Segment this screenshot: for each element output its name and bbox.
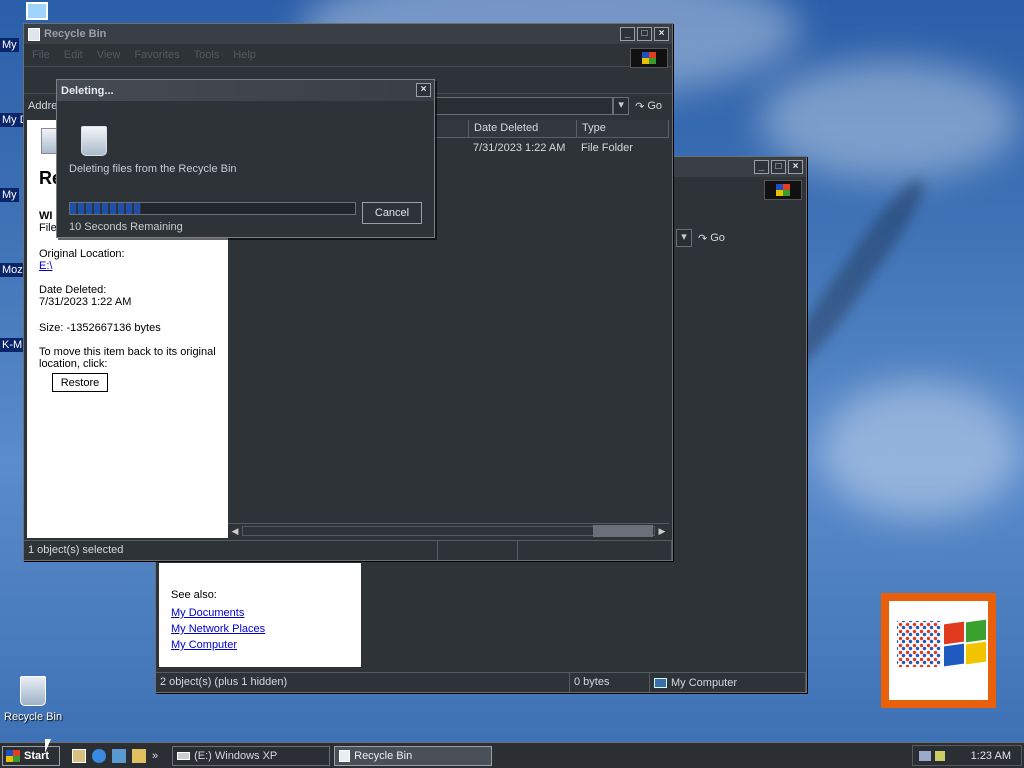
restore-button[interactable]: Restore — [52, 373, 108, 392]
windows-flag-icon — [6, 749, 20, 762]
windows-throbber-logo — [764, 180, 802, 200]
show-desktop-icon[interactable] — [72, 748, 86, 763]
windows-logo-badge — [881, 593, 996, 708]
link-my-computer[interactable]: My Computer — [171, 639, 237, 651]
outlook-express-icon[interactable] — [112, 748, 126, 763]
back-window-controls: _ □ × — [754, 160, 803, 174]
system-tray: 1:23 AM — [912, 745, 1022, 766]
go-button[interactable]: ↷ Go — [635, 100, 662, 113]
recycle-bin-title-icon — [28, 27, 40, 41]
start-button[interactable]: Start — [2, 745, 60, 766]
close-button[interactable]: × — [788, 160, 803, 174]
horizontal-scrollbar[interactable]: ◀ ▶ — [228, 523, 669, 538]
scroll-left-arrow[interactable]: ◀ — [228, 524, 242, 538]
back-statusbar: 2 object(s) (plus 1 hidden) 0 bytes My C… — [156, 672, 806, 692]
dialog-message: Deleting files from the Recycle Bin — [69, 163, 237, 175]
wallpaper-cloud — [820, 380, 1020, 520]
back-address-row: ▾ ↷ Go — [676, 229, 725, 247]
status-cell-3 — [518, 541, 672, 560]
maximize-button[interactable]: □ — [637, 27, 652, 41]
status-size: 0 bytes — [570, 673, 650, 692]
status-zone: My Computer — [650, 673, 806, 692]
go-arrow-icon: ↷ — [635, 100, 645, 113]
restore-hint: To move this item back to its original l… — [39, 346, 216, 370]
windows-flag-icon — [642, 52, 656, 64]
date-deleted-label: Date Deleted: — [39, 284, 107, 296]
monitor-icon — [26, 2, 48, 20]
link-my-network-places[interactable]: My Network Places — [171, 623, 265, 635]
internet-explorer-icon[interactable] — [92, 748, 106, 763]
dialog-close-button[interactable]: × — [416, 83, 431, 97]
column-date-deleted[interactable]: Date Deleted — [469, 120, 577, 138]
status-objects: 2 object(s) (plus 1 hidden) — [156, 673, 570, 692]
taskbar: Start » (E:) Windows XP Recycle Bin 1:23… — [0, 742, 1024, 768]
windows-throbber-logo — [630, 48, 668, 68]
maximize-button[interactable]: □ — [771, 160, 786, 174]
menu-bar: File Edit View Favorites Tools Help — [24, 44, 672, 66]
original-location-label: Original Location: — [39, 248, 125, 260]
mouse-cursor-icon — [45, 739, 51, 753]
recycle-bin-icon — [20, 676, 46, 706]
drive-icon — [177, 751, 191, 760]
row-date-deleted: 7/31/2023 1:22 AM — [473, 142, 566, 154]
media-player-icon[interactable] — [132, 748, 146, 763]
status-cell-2 — [438, 541, 518, 560]
dialog-title: Deleting... — [61, 84, 114, 97]
desktop-icon-4[interactable]: Moz — [0, 263, 25, 277]
recycle-bin-icon — [339, 749, 351, 762]
deleting-dialog[interactable]: Deleting... × Deleting files from the Re… — [56, 79, 435, 238]
window-title: Recycle Bin — [44, 28, 107, 40]
link-my-documents[interactable]: My Documents — [171, 607, 244, 619]
see-also-label: See also: — [171, 589, 217, 601]
dialog-controls: × — [416, 83, 431, 97]
back-side-panel: See also: My Documents My Network Places… — [159, 563, 361, 667]
minimize-button[interactable]: _ — [620, 27, 635, 41]
quick-launch: » — [72, 748, 158, 763]
windows-flag-icon — [776, 184, 790, 196]
computer-icon — [654, 677, 667, 688]
scroll-thumb[interactable] — [593, 525, 653, 537]
network-tray-icon[interactable] — [919, 750, 931, 761]
menu-edit[interactable]: Edit — [64, 49, 83, 61]
scroll-right-arrow[interactable]: ▶ — [655, 524, 669, 538]
column-type[interactable]: Type — [577, 120, 669, 138]
back-address-dropdown[interactable]: ▾ — [676, 229, 692, 247]
menu-tools[interactable]: Tools — [194, 49, 220, 61]
menu-favorites[interactable]: Favorites — [134, 49, 179, 61]
desktop-icon-1[interactable]: My — [0, 38, 19, 52]
windows-flag-icon — [889, 601, 988, 700]
address-dropdown[interactable]: ▾ — [613, 97, 630, 115]
clock[interactable]: 1:23 AM — [971, 750, 1011, 762]
row-type: File Folder — [581, 142, 633, 154]
status-selected: 1 object(s) selected — [24, 541, 438, 560]
go-arrow-icon: ↷ — [698, 232, 708, 245]
desktop-icon-my-computer-top[interactable] — [26, 2, 48, 20]
quicklaunch-more-chevron[interactable]: » — [152, 750, 158, 762]
minimize-button[interactable]: _ — [754, 160, 769, 174]
time-remaining: 10 Seconds Remaining — [69, 221, 183, 233]
dialog-titlebar[interactable]: Deleting... × — [57, 80, 434, 101]
task-button-windows-xp-drive[interactable]: (E:) Windows XP — [172, 745, 331, 766]
main-statusbar: 1 object(s) selected — [24, 540, 672, 560]
progress-fill — [70, 203, 142, 214]
menu-view[interactable]: View — [97, 49, 121, 61]
original-location-link[interactable]: E:\ — [39, 260, 52, 272]
menu-file[interactable]: File — [32, 49, 50, 61]
close-button[interactable]: × — [654, 27, 669, 41]
volume-tray-icon[interactable] — [935, 750, 945, 761]
desktop-icon-recycle-bin[interactable]: Recycle Bin — [2, 676, 64, 724]
main-window-titlebar[interactable]: Recycle Bin _ □ × — [24, 24, 672, 44]
item-size: Size: -1352667136 bytes — [39, 322, 161, 334]
desktop-icon-5[interactable]: K-M — [0, 338, 25, 352]
date-deleted-value: 7/31/2023 1:22 AM — [39, 296, 132, 308]
recycle-bin-animation-icon — [81, 126, 107, 156]
back-go-button[interactable]: ↷ Go — [698, 232, 725, 245]
cancel-button[interactable]: Cancel — [362, 202, 422, 224]
progress-bar — [69, 202, 356, 215]
main-window-controls: _ □ × — [620, 27, 669, 41]
desktop-icon-3[interactable]: My — [0, 188, 19, 202]
task-button-recycle-bin[interactable]: Recycle Bin — [334, 745, 493, 766]
menu-help[interactable]: Help — [233, 49, 256, 61]
